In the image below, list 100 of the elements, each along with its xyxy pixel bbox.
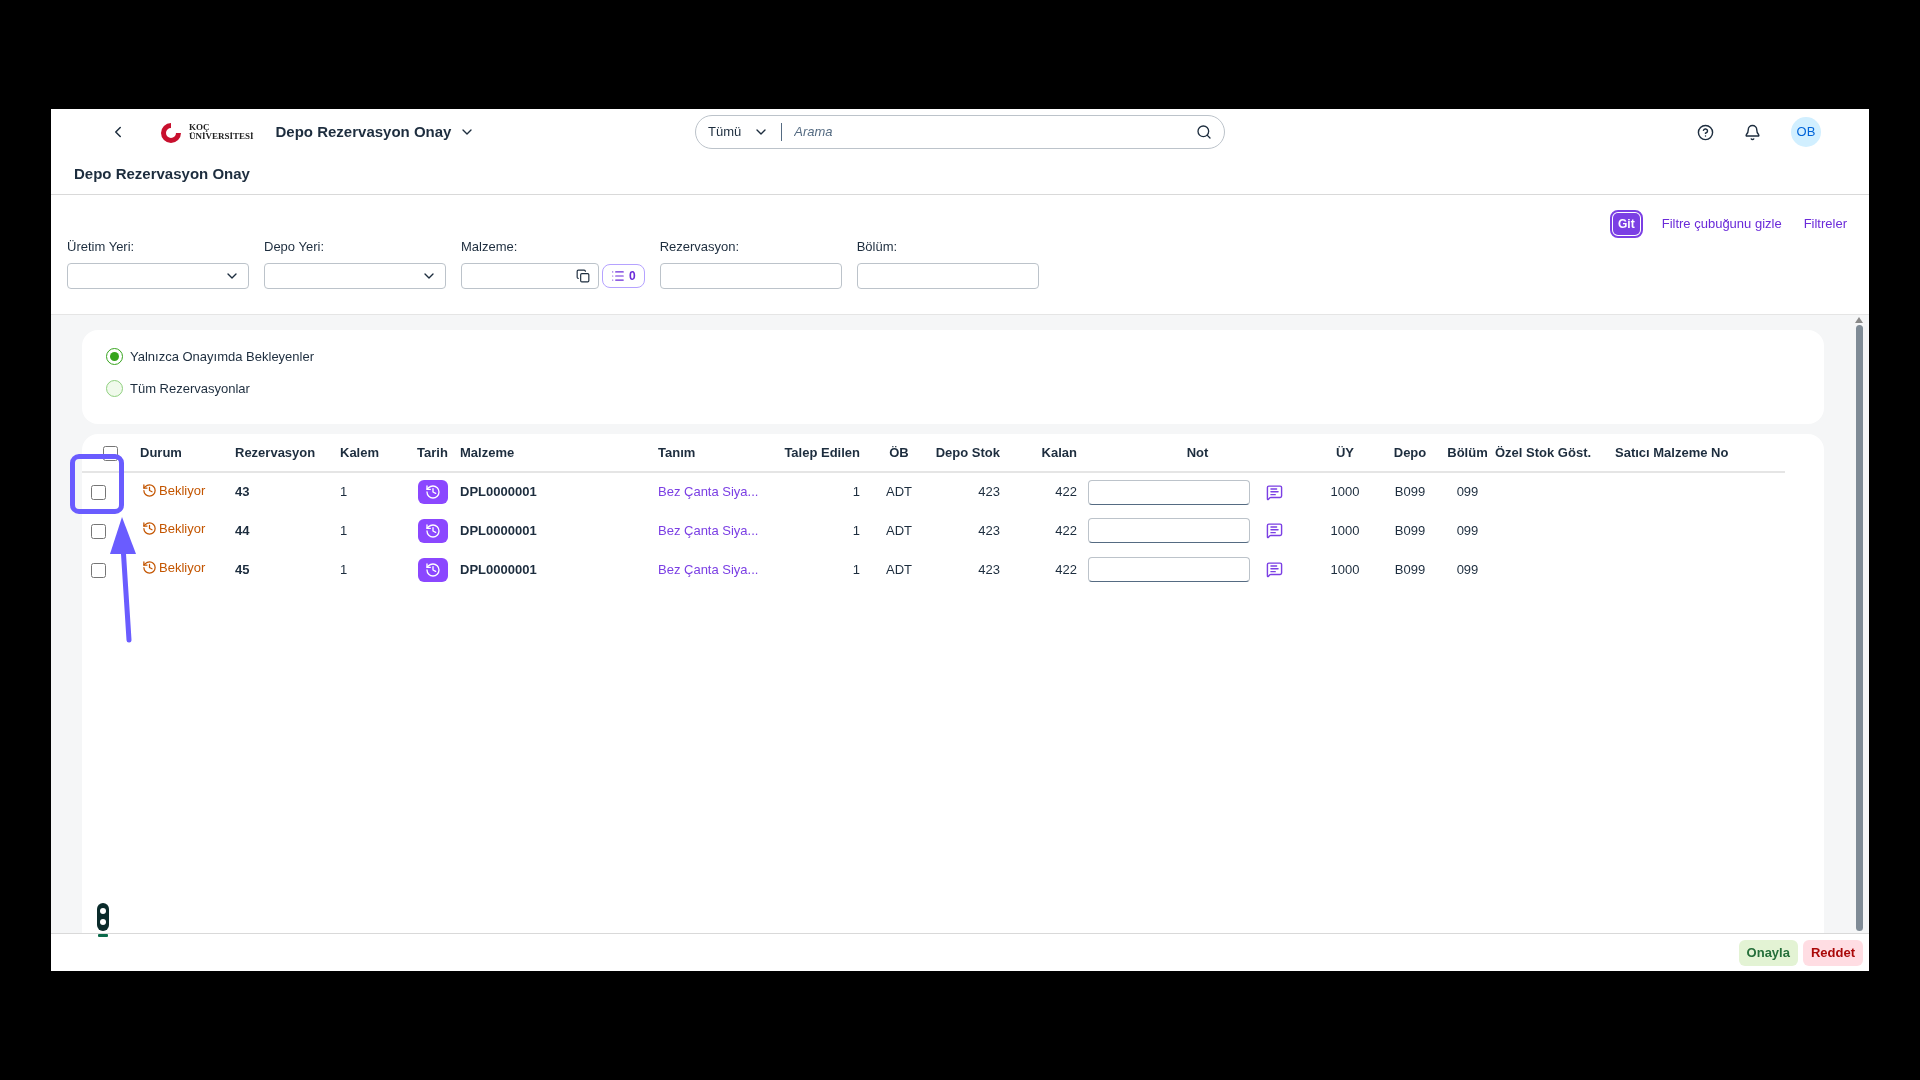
table-cell: 43	[235, 484, 250, 500]
scope-select[interactable]: Tümü	[708, 122, 770, 142]
list-icon	[611, 268, 625, 283]
page-title: Depo Rezervasyon Onay	[74, 164, 250, 185]
hide-filter-bar-link[interactable]: Filtre çubuğunu gizle	[1661, 214, 1782, 234]
table-cell: 44	[235, 522, 250, 538]
column-header: Depo	[1393, 444, 1427, 460]
table-cell: 1000	[1330, 561, 1360, 577]
status-label: Bekliyor	[142, 519, 206, 539]
notification-icon[interactable]	[1744, 123, 1761, 141]
input-field[interactable]	[659, 262, 842, 289]
table-cell: 422	[1055, 522, 1077, 538]
reject-button[interactable]: Reddet	[1802, 939, 1863, 966]
history-button[interactable]	[417, 518, 448, 543]
app-title-menu[interactable]: Depo Rezervasyon Onay	[275, 120, 476, 144]
logo-text: ÜNİVERSİTESİ	[189, 132, 254, 141]
select-all-checkbox[interactable]	[103, 445, 118, 461]
table-cell: 099	[1456, 522, 1479, 538]
column-header: Durum	[140, 444, 182, 460]
help-icon[interactable]	[1697, 123, 1714, 141]
clock-icon	[142, 560, 157, 576]
table-cell: DPL0000001	[460, 484, 537, 500]
table-cell: 1	[852, 522, 860, 538]
copy-icon	[576, 268, 590, 283]
clock-icon	[142, 521, 157, 537]
radio-button[interactable]	[106, 348, 123, 366]
field-label: Üretim Yeri:	[67, 238, 136, 256]
table-cell: ADT	[886, 484, 912, 500]
note-field[interactable]	[1088, 518, 1250, 543]
table-cell: 099	[1456, 561, 1479, 577]
table-cell: 1	[340, 561, 348, 577]
column-header: Kalem	[340, 444, 380, 460]
row-checkbox[interactable]	[91, 523, 106, 539]
column-header: Satıcı Malzeme No	[1615, 444, 1729, 460]
table-cell: DPL0000001	[460, 522, 537, 538]
scrollbar[interactable]	[1854, 315, 1864, 933]
scroll-up-icon[interactable]	[1855, 317, 1863, 323]
history-icon	[424, 484, 441, 500]
table-cell: 423	[978, 484, 1000, 500]
history-icon	[424, 561, 441, 578]
column-header: Depo Stok	[935, 444, 1000, 460]
table-cell: 1000	[1330, 522, 1360, 538]
table-cell: 422	[1055, 484, 1077, 500]
avatar[interactable]: OB	[1791, 117, 1821, 147]
comment-icon[interactable]	[1266, 561, 1283, 578]
table-cell: 422	[1055, 561, 1077, 577]
column-header: Malzeme	[460, 444, 515, 460]
column-header: Tarih	[417, 444, 448, 460]
description-link[interactable]: Bez Çanta Siya...	[658, 522, 759, 538]
column-header: Özel Stok Göst.	[1495, 444, 1592, 460]
input-field[interactable]	[856, 262, 1039, 289]
history-button[interactable]	[417, 557, 448, 582]
table-cell: DPL0000001	[460, 561, 537, 577]
row-checkbox[interactable]	[91, 485, 106, 501]
radio-option[interactable]: Yalnızca Onayımda Bekleyenler	[106, 347, 1800, 367]
comment-icon[interactable]	[1266, 483, 1283, 501]
table-cell: B099	[1394, 484, 1426, 500]
description-link[interactable]: Bez Çanta Siya...	[658, 484, 759, 500]
note-field[interactable]	[1088, 557, 1250, 582]
status-label: Bekliyor	[142, 480, 206, 501]
table-cell: 1	[852, 561, 860, 577]
table-cell: ADT	[886, 522, 912, 538]
comment-icon[interactable]	[1266, 522, 1283, 539]
table-cell: 1	[340, 484, 348, 500]
approve-button[interactable]: Onayla	[1738, 939, 1798, 966]
field-label: Bölüm:	[856, 238, 899, 256]
table-cell: 423	[978, 561, 1000, 577]
table-cell: 423	[978, 522, 1000, 538]
logo-text: KOÇ	[189, 123, 211, 132]
field-label: Malzeme:	[461, 238, 519, 256]
filters-link[interactable]: Filtreler	[1803, 214, 1847, 234]
input-field[interactable]	[461, 262, 599, 289]
table-cell: 1	[852, 484, 860, 500]
table-cell: 099	[1456, 484, 1479, 500]
search-icon[interactable]	[1196, 124, 1212, 140]
field-label: Depo Yeri:	[264, 238, 325, 256]
table-cell: 45	[235, 561, 250, 577]
highlight-frame	[70, 454, 124, 514]
radio-button[interactable]	[106, 379, 123, 397]
history-icon	[424, 522, 441, 539]
radio-option[interactable]: Tüm Rezervasyonlar	[106, 378, 1800, 398]
column-header: Rezervasyon	[235, 444, 316, 460]
row-checkbox[interactable]	[91, 562, 106, 578]
column-header: Kalan	[1041, 444, 1077, 460]
field-label: Rezervasyon:	[659, 238, 741, 256]
table-cell: B099	[1394, 522, 1426, 538]
column-header: ÖB	[889, 444, 909, 460]
column-header: Bölüm	[1447, 444, 1488, 460]
select-field[interactable]	[264, 262, 446, 289]
history-button[interactable]	[417, 480, 448, 504]
description-link[interactable]: Bez Çanta Siya...	[658, 561, 759, 577]
select-field[interactable]	[67, 262, 249, 289]
clock-icon	[142, 482, 157, 498]
table-cell: ADT	[886, 561, 912, 577]
note-field[interactable]	[1088, 479, 1250, 505]
column-header: Not	[1186, 444, 1209, 460]
table-cell: B099	[1394, 561, 1426, 577]
column-header: Talep Edilen	[784, 444, 860, 460]
token-count-button[interactable]: 0	[602, 263, 645, 288]
go-button[interactable]: Git	[1613, 213, 1640, 235]
